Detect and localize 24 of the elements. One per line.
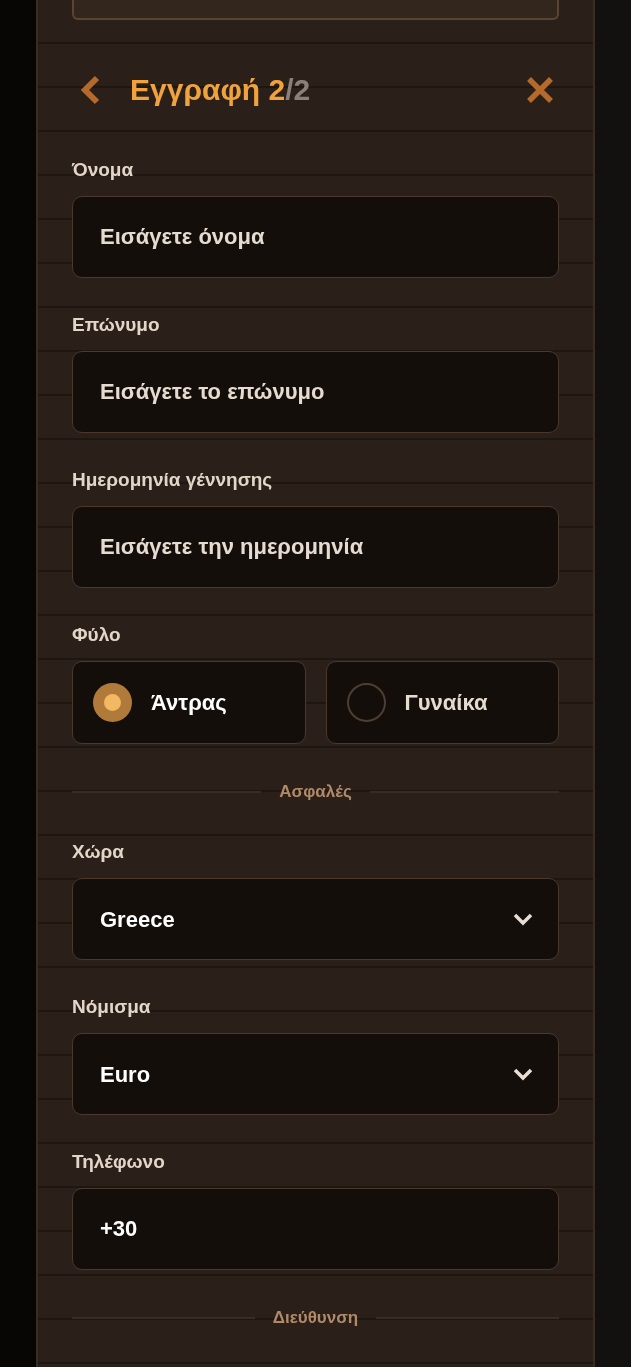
radio-option[interactable]: Γυναίκα [325,661,559,744]
field-label: Χώρα [72,840,125,864]
phone-field[interactable]: +30 [72,1188,559,1270]
field-label: Επώνυμο [72,313,161,337]
dropdown[interactable]: Euro [72,1033,559,1115]
section-divider-label: Ασφαλές [279,781,352,804]
back-icon [80,75,100,105]
close-button[interactable] [525,75,555,105]
field-label: Νόμισμα [72,995,152,1019]
input-field[interactable]: Εισάγετε το επώνυμο [72,351,559,433]
field-label: Όνομα [72,158,135,182]
field-label: Τηλέφωνο [72,1150,166,1174]
dialog-title: Εγγραφή 2/2 [130,75,311,105]
chevron-down-icon [513,912,533,926]
field-label: Φύλο [72,623,122,647]
input-field[interactable]: Εισάγετε όνομα [72,196,559,278]
close-icon [526,76,554,104]
back-button[interactable] [78,74,102,106]
section-divider-label: Διεύθυνση [272,1307,359,1330]
radio-option[interactable]: Άντρας [72,661,306,744]
dropdown[interactable]: Greece [72,878,559,960]
input-field[interactable]: Εισάγετε την ημερομηνία [72,506,559,588]
field-label: Ημερομηνία γέννησης [72,468,274,492]
chevron-down-icon [513,1067,533,1081]
